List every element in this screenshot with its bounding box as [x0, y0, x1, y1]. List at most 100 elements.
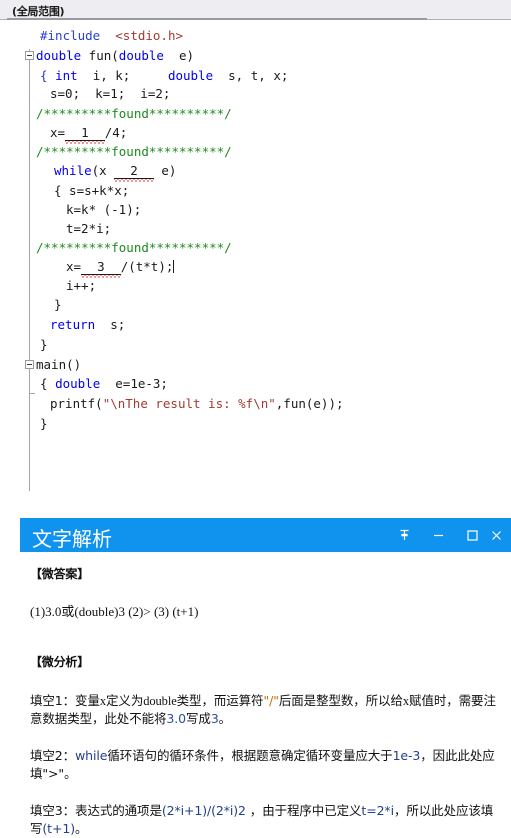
- code-text: int: [55, 68, 78, 83]
- spellcheck-squiggle: [114, 179, 154, 182]
- code-text: e=1e-3;: [100, 376, 168, 391]
- code-line: x= 1 /4;: [50, 125, 128, 144]
- scope-bar-divider: [7, 18, 427, 20]
- code-text: { s=s+k*x;: [54, 183, 130, 198]
- code-text: s, t, x;: [213, 68, 289, 83]
- close-icon[interactable]: [489, 518, 511, 552]
- analysis-heading: 【微分析】: [30, 655, 90, 669]
- code-text: main(): [36, 357, 82, 372]
- code-line: }: [54, 298, 62, 312]
- code-text: {: [40, 376, 56, 391]
- code-text: i, k;: [77, 68, 168, 83]
- text-caret: [173, 260, 175, 273]
- minimize-icon[interactable]: [421, 518, 455, 552]
- code-line: i++;: [66, 279, 96, 293]
- code-text: t=2*i;: [66, 221, 112, 236]
- code-line: { double e=1e-3;: [40, 377, 168, 391]
- analysis-paragraph: 填空1：变量x定义为double类型，而运算符"/"后面是整型数，所以给x赋值时…: [30, 692, 501, 728]
- code-line: /*********found**********/: [36, 241, 232, 255]
- collapse-toggle[interactable]: [25, 51, 34, 60]
- panel-body: 【微答案】 (1)3.0或(double)3 (2)> (3) (t+1) 【微…: [20, 552, 511, 838]
- analysis-text: 3: [210, 711, 219, 726]
- code-line: /*********found**********/: [36, 145, 232, 159]
- analysis-text: 后面是整型数，所以给: [278, 693, 403, 708]
- maximize-icon[interactable]: [455, 518, 489, 552]
- code-line: { int i, k; double s, t, x;: [40, 69, 288, 83]
- code-line: double fun(double e): [36, 49, 194, 63]
- code-line: x= 3 /(t*t);: [66, 259, 175, 278]
- analysis-text: 填空1：变量: [30, 693, 100, 708]
- code-text: ,fun(e));: [275, 396, 344, 411]
- analysis-paragraphs: 填空1：变量x定义为double类型，而运算符"/"后面是整型数，所以给x赋值时…: [30, 692, 501, 838]
- code-text: x=: [50, 125, 66, 140]
- code-text: fun(: [81, 48, 119, 63]
- code-blank-3[interactable]: 3: [81, 260, 121, 278]
- code-line: }: [40, 417, 48, 431]
- answer-heading: 【微答案】: [30, 567, 90, 581]
- code-line: main(): [36, 358, 81, 372]
- code-keyword: while: [54, 163, 92, 178]
- code-text: "\nThe result is: %f\n": [102, 396, 276, 411]
- code-text: s;: [95, 317, 126, 332]
- code-text: s=0; k=1; i=2;: [50, 86, 171, 101]
- panel-title: 文字解析: [32, 527, 112, 551]
- analysis-text: (2*i+1)/(2*i)2: [161, 803, 246, 818]
- code-line: }: [40, 338, 48, 352]
- analysis-text: 。: [75, 821, 88, 836]
- analysis-paragraph: 填空3：表达式的通项是(2*i+1)/(2*i)2 ，由于程序中已定义t=2*i…: [30, 802, 501, 838]
- collapse-toggle[interactable]: [25, 360, 34, 369]
- analysis-text: double: [143, 694, 177, 708]
- code-line: /*********found**********/: [36, 107, 232, 121]
- code-line: #include <stdio.h>: [40, 29, 183, 43]
- code-text: {: [40, 68, 56, 83]
- code-text: double: [167, 68, 214, 83]
- analysis-text: t=2*i: [361, 803, 394, 818]
- analysis-text: 循环语句的循环条件，根据题意确定循环变量应大于: [107, 748, 393, 763]
- analysis-text: 定义为: [106, 693, 144, 708]
- analysis-paragraph: 填空2：while循环语句的循环条件，根据题意确定循环变量应大于1e-3，因此此…: [30, 747, 501, 783]
- analysis-text: 填空3：表达式的通项是: [30, 803, 162, 818]
- analysis-text: ，由于程序中已定义: [245, 803, 362, 818]
- code-text: i++;: [66, 278, 97, 293]
- code-text: double: [55, 376, 101, 391]
- analysis-panel: 文字解析 【微答案】 (1)3.0或(double)3 (2)> (3) (t+…: [20, 518, 511, 837]
- fold-guide-line-fun: [29, 49, 30, 394]
- code-text: double: [36, 48, 82, 63]
- scope-label: (全局范围): [12, 5, 65, 18]
- code-text: }: [40, 416, 48, 431]
- code-text: return: [50, 317, 96, 332]
- code-text: e): [153, 163, 177, 178]
- code-text: printf(: [50, 396, 103, 411]
- analysis-text: 3.0: [166, 711, 186, 726]
- analysis-text: 填空2：: [30, 748, 76, 763]
- answer-text: (1)3.0或(double)3 (2)> (3) (t+1): [30, 604, 199, 619]
- code-text: }: [40, 337, 48, 352]
- analysis-text: 。: [218, 711, 232, 726]
- analysis-text: 1e-3: [392, 748, 421, 763]
- code-line: printf("\nThe result is: %f\n",fun(e));: [50, 397, 344, 411]
- analysis-text: ">": [42, 766, 65, 781]
- panel-titlebar[interactable]: 文字解析: [20, 518, 511, 552]
- pin-icon[interactable]: [387, 518, 421, 552]
- code-editor[interactable]: #include <stdio.h> double fun(double e){ …: [0, 21, 511, 491]
- code-text: k=k* (-1);: [66, 202, 142, 217]
- analysis-text: 类型，而运算符: [176, 693, 264, 708]
- analysis-text: 写成: [186, 711, 211, 726]
- code-text: /*********found**********/: [36, 240, 232, 255]
- code-text: double: [118, 48, 164, 63]
- scope-bar[interactable]: (全局范围): [0, 0, 511, 20]
- panel-window-controls: [387, 518, 511, 552]
- code-blank-2[interactable]: 2: [114, 164, 154, 182]
- code-line: { s=s+k*x;: [54, 184, 129, 198]
- code-text: x=: [66, 259, 82, 274]
- code-text: }: [54, 297, 62, 312]
- code-line: t=2*i;: [66, 222, 111, 236]
- code-text: /4;: [104, 125, 128, 140]
- analysis-text: while: [75, 748, 108, 763]
- code-blank-1[interactable]: 1: [65, 126, 105, 144]
- code-text: /(t*t);: [120, 259, 174, 274]
